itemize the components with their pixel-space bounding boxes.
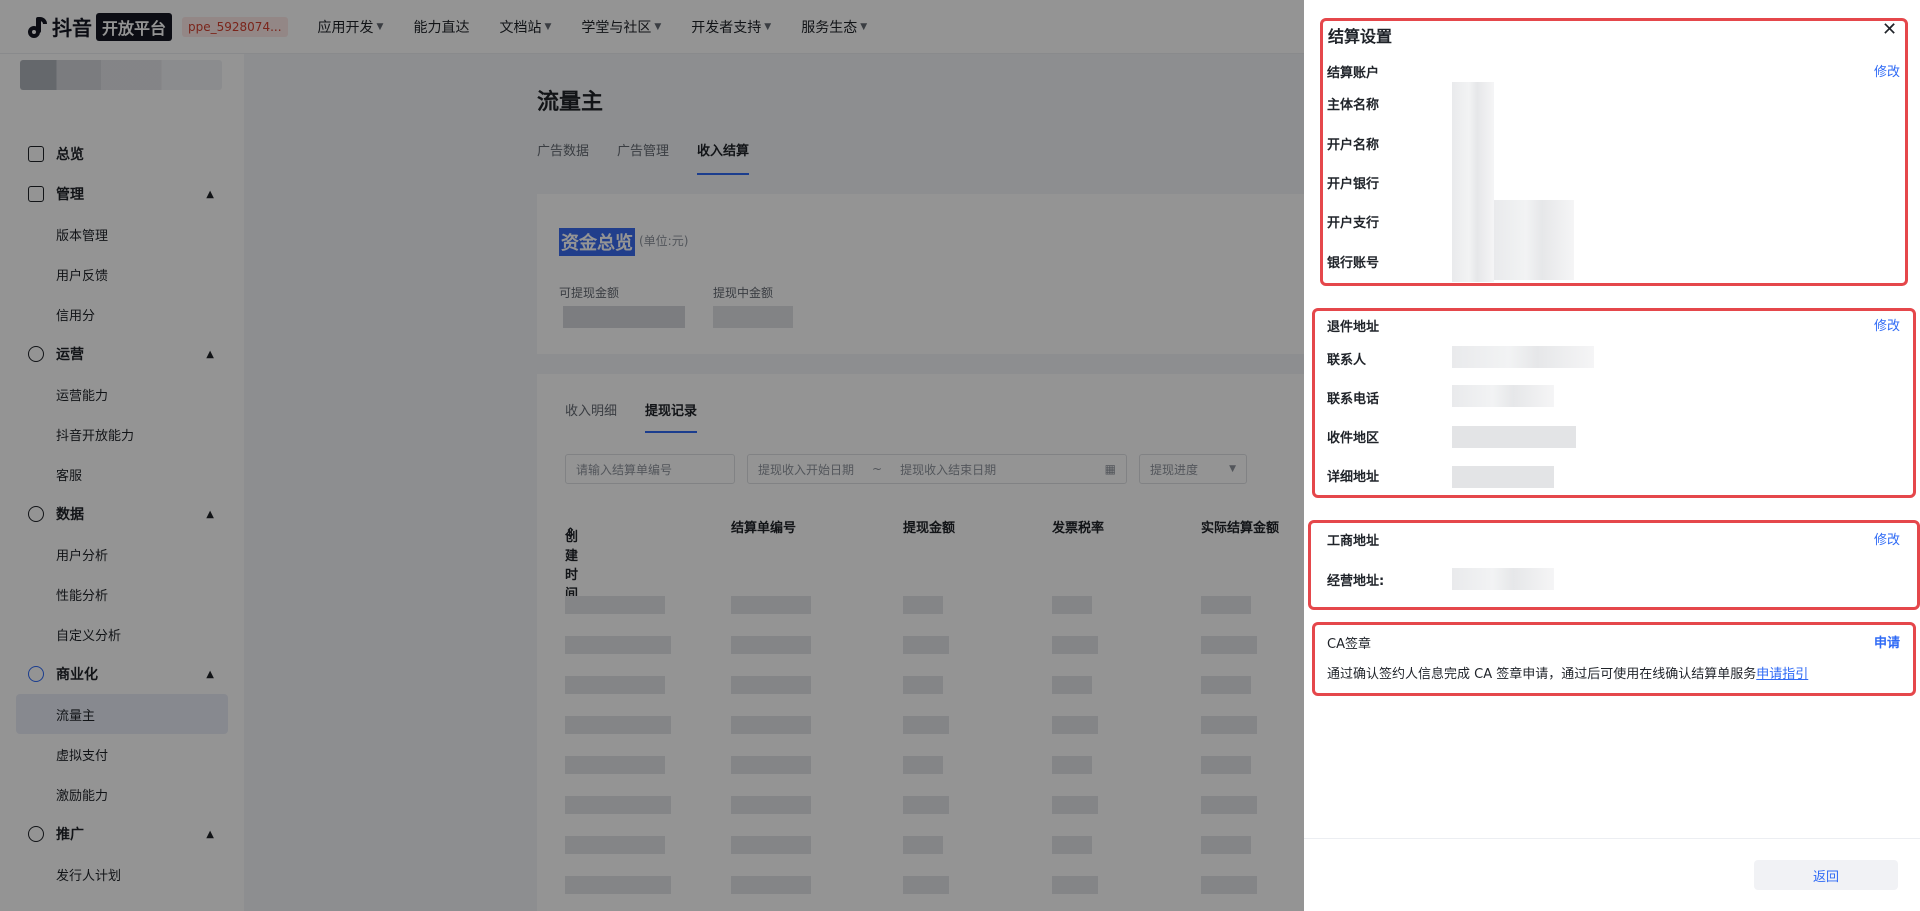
region-label: 收件地区 xyxy=(1327,431,1380,446)
ca-description: 通过确认签约人信息完成 CA 签章申请，通过后可使用在线确认结算单服务申请指引 xyxy=(1327,667,1809,682)
redacted-address-value xyxy=(1452,466,1554,488)
close-icon[interactable]: ✕ xyxy=(1882,20,1897,40)
entity-name-label: 主体名称 xyxy=(1327,98,1380,113)
ca-signature-section xyxy=(1312,622,1916,696)
modal-overlay[interactable] xyxy=(0,0,1304,911)
drawer-footer-divider xyxy=(1304,838,1920,839)
redacted-account-values xyxy=(1452,82,1494,282)
edit-account-link[interactable]: 修改 xyxy=(1874,61,1900,80)
redacted-branch-value xyxy=(1494,200,1574,280)
settlement-settings-drawer: 结算设置 ✕ 结算账户 修改 主体名称 开户名称 开户银行 开户支行 银行账号 … xyxy=(1304,0,1920,911)
account-section xyxy=(1320,18,1908,286)
detail-address-label: 详细地址 xyxy=(1327,470,1380,485)
bank-label: 开户银行 xyxy=(1327,177,1380,192)
redacted-phone-value xyxy=(1452,385,1554,407)
account-name-label: 开户名称 xyxy=(1327,138,1380,153)
edit-return-address-link[interactable]: 修改 xyxy=(1874,315,1900,334)
branch-label: 开户支行 xyxy=(1327,216,1380,231)
bank-account-label: 银行账号 xyxy=(1327,256,1380,271)
account-section-title: 结算账户 xyxy=(1327,66,1380,81)
return-address-title: 退件地址 xyxy=(1327,320,1380,335)
return-address-section xyxy=(1312,308,1916,498)
business-address-label: 经营地址: xyxy=(1327,574,1385,589)
back-button[interactable]: 返回 xyxy=(1754,860,1898,890)
ca-guide-link[interactable]: 申请指引 xyxy=(1756,667,1808,682)
business-address-title: 工商地址 xyxy=(1327,534,1380,549)
drawer-title: 结算设置 xyxy=(1328,27,1393,46)
business-address-section xyxy=(1308,520,1920,610)
redacted-contact-value xyxy=(1452,346,1594,368)
contact-phone-label: 联系电话 xyxy=(1327,392,1380,407)
ca-signature-title: CA签章 xyxy=(1327,637,1371,652)
redacted-region-value xyxy=(1452,426,1576,448)
edit-business-address-link[interactable]: 修改 xyxy=(1874,529,1900,548)
redacted-business-address-value xyxy=(1452,568,1554,590)
contact-label: 联系人 xyxy=(1327,353,1367,368)
ca-apply-link[interactable]: 申请 xyxy=(1874,632,1900,651)
